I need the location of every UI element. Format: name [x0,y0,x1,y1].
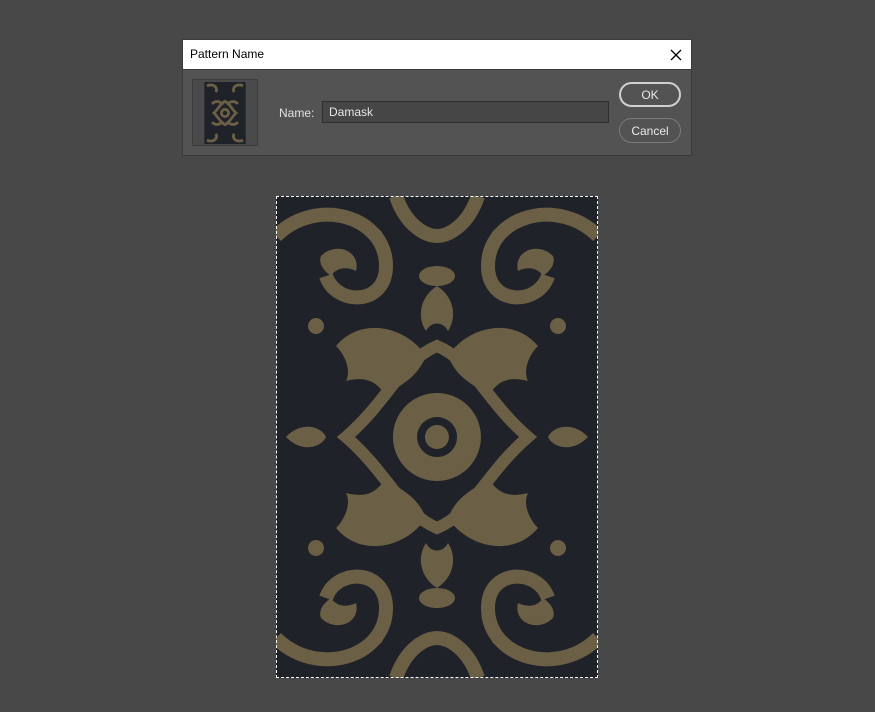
dialog-titlebar: Pattern Name [183,40,691,70]
ok-button[interactable]: OK [619,82,681,107]
dialog-title: Pattern Name [190,47,265,61]
cancel-button[interactable]: Cancel [619,118,681,143]
damask-pattern [271,193,603,681]
close-icon[interactable] [661,40,691,69]
pattern-name-input[interactable] [322,101,609,123]
name-label: Name: [279,106,315,120]
pattern-thumbnail [192,79,258,146]
pattern-name-dialog: Pattern Name Name: OK Cancel [182,39,692,156]
pattern-canvas [271,193,603,681]
